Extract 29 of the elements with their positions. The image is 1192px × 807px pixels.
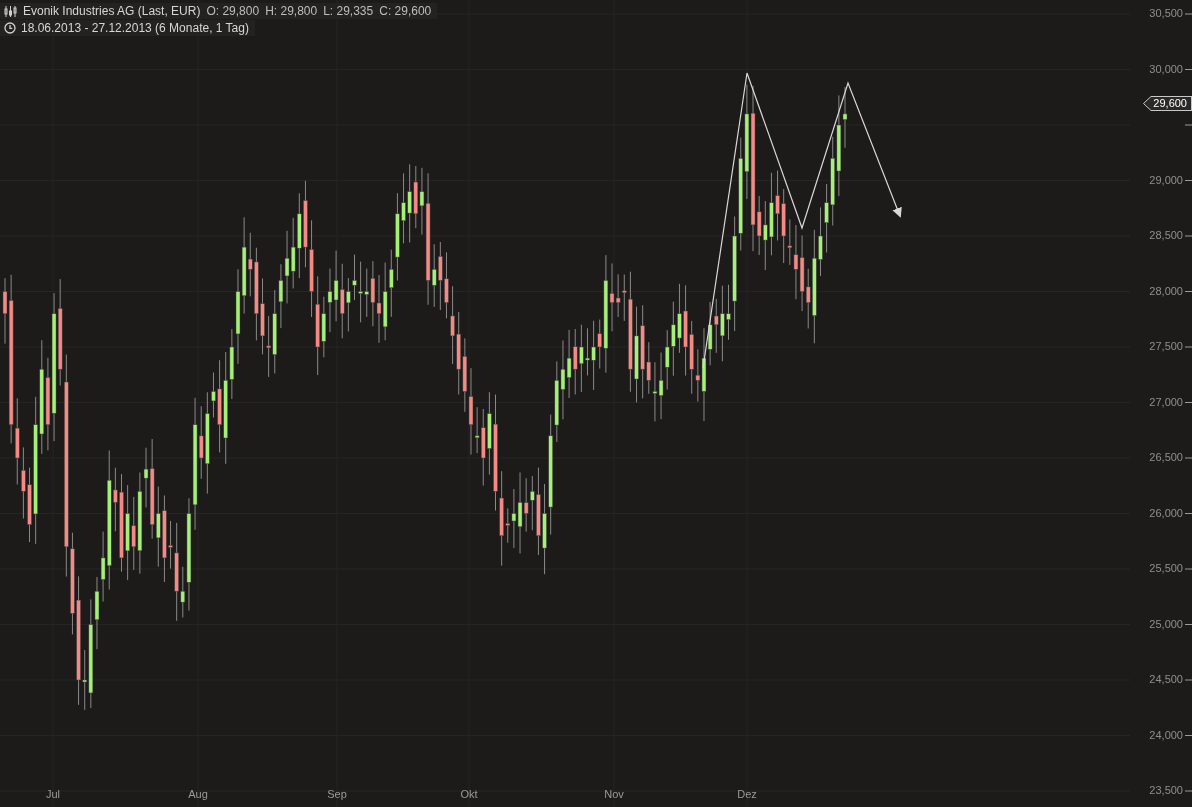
axis-label: 23,500	[1149, 784, 1183, 797]
axis-label: 24,500	[1149, 673, 1183, 686]
axis-label: 29,000	[1149, 173, 1183, 187]
axis-label: 25,500	[1149, 562, 1183, 575]
axis-label: Sep	[327, 788, 347, 801]
axis-label: 30,000	[1149, 62, 1183, 76]
axis-label: Jul	[45, 788, 61, 801]
instrument-title: Evonik Industries AG (Last, EUR)	[23, 3, 201, 20]
price-quote: L: 29,335	[323, 3, 374, 20]
axis-label: 26,500	[1149, 451, 1183, 464]
axis-label: 27,000	[1149, 395, 1183, 409]
axis-label: 26,000	[1149, 506, 1183, 520]
axis-label: 24,000	[1149, 728, 1183, 742]
axis-label: Okt	[460, 788, 478, 801]
price-quote: H: 29,800	[265, 3, 318, 20]
axis-label: 27,500	[1149, 340, 1183, 353]
price-quote: O: 29,800	[206, 3, 260, 20]
axis-label: Aug	[188, 788, 208, 801]
axis-label: 30,500	[1149, 7, 1183, 20]
clock-icon	[4, 22, 16, 34]
axis-label: 25,000	[1149, 617, 1183, 631]
date-range: 18.06.2013 - 27.12.2013 (6 Monate, 1 Tag)	[21, 20, 249, 37]
candlestick-icon	[4, 5, 17, 17]
axis-label: 28,000	[1149, 284, 1183, 298]
price-quote: C: 29,600	[379, 3, 432, 20]
axis-label: Dez	[737, 788, 757, 801]
axis-label: Nov	[604, 788, 624, 801]
axis-label: 28,500	[1149, 229, 1183, 242]
pointer-icon	[1143, 96, 1152, 111]
